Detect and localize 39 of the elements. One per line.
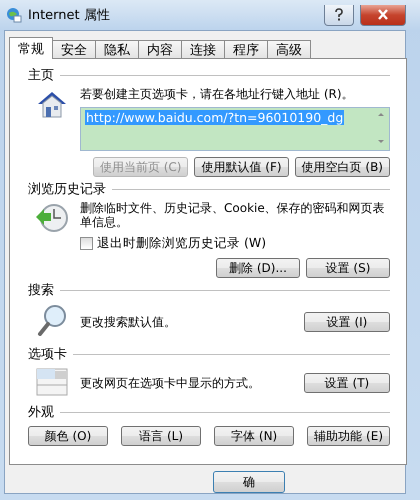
clock-icon: [35, 203, 69, 233]
help-button[interactable]: [324, 4, 354, 26]
section-title: 主页: [28, 67, 54, 84]
section-title: 搜索: [28, 282, 54, 299]
tab[interactable]: 安全: [52, 40, 96, 59]
tab[interactable]: 内容: [138, 40, 182, 59]
section-description: 更改搜索默认值。: [80, 315, 176, 329]
section-description: 更改网页在选项卡中显示的方式。: [80, 376, 260, 390]
section-description: 删除临时文件、历史记录、Cookie、保存的密码和网页表单信息。: [80, 201, 386, 229]
tab[interactable]: 常规: [9, 37, 53, 59]
action-button[interactable]: 删除 (D)...: [216, 258, 300, 278]
globe-icon: [6, 7, 22, 23]
help-icon: [334, 8, 344, 21]
action-button[interactable]: 使用默认值 (F): [194, 157, 289, 177]
settings-button[interactable]: 设置 (T): [304, 373, 390, 393]
search-icon: [37, 304, 67, 336]
tab[interactable]: 高级: [267, 40, 311, 59]
section-description: 若要创建主页选项卡，请在各地址行键入地址 (R)。: [80, 87, 355, 101]
delete-on-exit-checkbox[interactable]: 退出时删除浏览历史记录 (W): [80, 235, 390, 252]
appearance-button[interactable]: 颜色 (O): [28, 426, 108, 446]
appearance-button[interactable]: 字体 (N): [214, 426, 294, 446]
appearance-button[interactable]: 语言 (L): [121, 426, 202, 446]
tab[interactable]: 隐私: [95, 40, 139, 59]
window-title: Internet 属性: [28, 7, 111, 24]
tab[interactable]: 连接: [181, 40, 225, 59]
appearance-button[interactable]: 辅助功能 (E): [307, 426, 390, 446]
action-button[interactable]: 使用空白页 (B): [294, 157, 390, 177]
tab-window-icon: [36, 368, 68, 396]
tab[interactable]: 程序: [224, 40, 268, 59]
section-title: 外观: [28, 404, 54, 421]
settings-button[interactable]: 设置 (I): [304, 312, 390, 332]
ok-button[interactable]: 确: [213, 471, 285, 493]
scrollbar-icon: [377, 110, 385, 146]
close-icon: [377, 9, 389, 20]
action-button[interactable]: 设置 (S): [306, 258, 390, 278]
section-title: 浏览历史记录: [28, 181, 106, 198]
section-title: 选项卡: [28, 346, 67, 363]
house-icon: [36, 89, 68, 119]
close-button[interactable]: [360, 4, 406, 26]
